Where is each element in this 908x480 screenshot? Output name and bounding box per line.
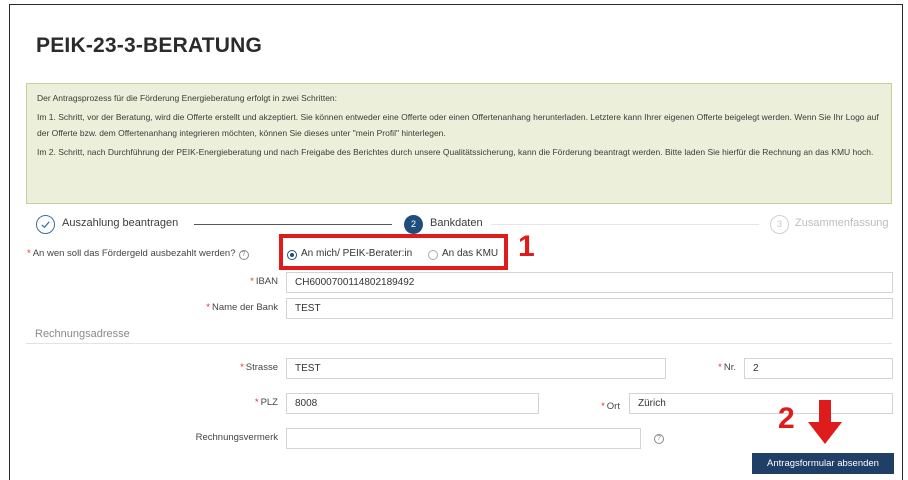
divider — [26, 343, 892, 344]
step-connector — [194, 224, 392, 225]
info-line-2: Im 1. Schritt, vor der Beratung, wird di… — [37, 112, 879, 138]
radio-group-highlight: An mich/ PEIK-Berater:in An das KMU — [279, 234, 508, 270]
page-title: PEIK-23-3-BERATUNG — [36, 34, 263, 57]
info-line-3: Im 2. Schritt, nach Durchführung der PEI… — [37, 147, 874, 157]
radio-kmu[interactable] — [428, 250, 438, 260]
info-box: Der Antragsprozess für die Förderung Ene… — [26, 83, 892, 204]
plz-label: * PLZ — [254, 397, 278, 408]
number-input[interactable]: 2 — [744, 358, 893, 379]
arrow-down-icon — [808, 400, 842, 444]
section-title: Rechnungsadresse — [35, 328, 130, 340]
annotation-2: 2 — [778, 402, 795, 435]
bank-label: * Name der Bank — [206, 302, 278, 313]
street-label: * Strasse — [240, 362, 278, 373]
step-1-label[interactable]: Auszahlung beantragen — [62, 217, 178, 229]
step-3-number: 3 — [770, 215, 789, 234]
city-input[interactable]: Zürich — [629, 393, 893, 414]
step-3-label: Zusammenfassung — [795, 217, 889, 229]
step-2-label: Bankdaten — [430, 217, 483, 229]
check-icon — [36, 215, 55, 234]
street-input[interactable]: TEST — [286, 358, 666, 379]
info-line-1: Der Antragsprozess für die Förderung Ene… — [37, 93, 338, 103]
radio-kmu-label[interactable]: An das KMU — [442, 248, 498, 259]
plz-input[interactable]: 8008 — [286, 393, 539, 414]
help-icon[interactable]: ? — [654, 434, 664, 444]
city-label: * Ort — [601, 401, 620, 412]
submit-button[interactable]: Antragsformular absenden — [752, 453, 894, 474]
iban-label: * IBAN — [250, 276, 278, 287]
recipient-label: * An wen soll das Fördergeld ausbezahlt w… — [27, 248, 249, 260]
iban-input[interactable]: CH6000700114802189492 — [286, 272, 893, 293]
step-connector — [491, 224, 759, 225]
radio-self-label[interactable]: An mich/ PEIK-Berater:in — [301, 248, 412, 259]
note-label: Rechnungsvermerk — [195, 432, 278, 443]
radio-self[interactable] — [287, 250, 297, 260]
annotation-1: 1 — [518, 230, 535, 263]
step-2-number: 2 — [404, 215, 423, 234]
bank-input[interactable]: TEST — [286, 298, 893, 319]
note-input[interactable] — [286, 428, 641, 449]
help-icon[interactable]: ? — [238, 250, 249, 260]
number-label: * Nr. — [718, 362, 736, 373]
